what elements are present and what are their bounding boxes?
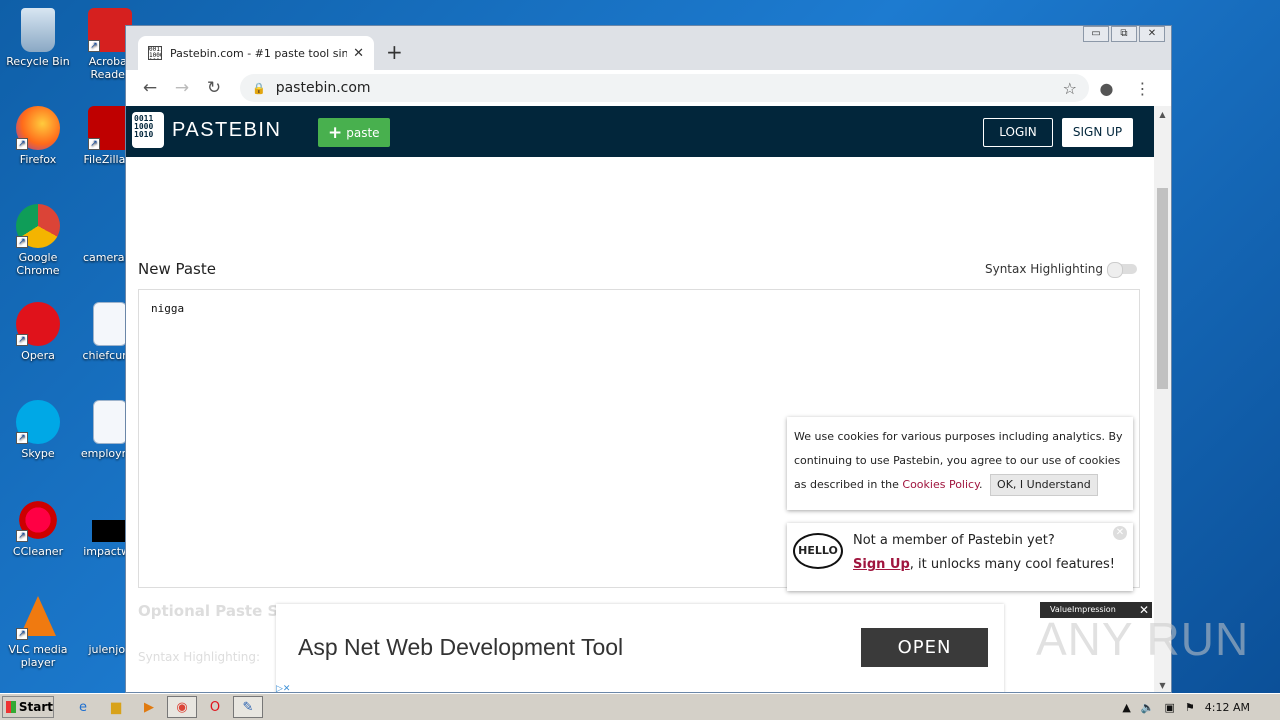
close-tab-icon[interactable]: ✕	[353, 46, 364, 61]
pastebin-logo-text: PASTEBIN	[172, 118, 282, 141]
taskbar-opera-icon[interactable]: O	[200, 696, 230, 718]
cookie-accept-button[interactable]: OK, I Understand	[990, 474, 1098, 496]
syntax-highlighting-label: Syntax Highlighting	[984, 262, 1103, 276]
desktop-icon-label: Google Chrome	[16, 251, 60, 277]
windows-flag-icon	[6, 701, 16, 713]
anyrun-watermark: ANY RUN	[1036, 613, 1250, 665]
skype-icon: ↗	[16, 400, 60, 444]
paste-button-label: paste	[346, 125, 380, 140]
recycle-bin-icon	[21, 8, 55, 52]
cookies-policy-link[interactable]: Cookies Policy	[902, 478, 979, 491]
ccleaner-icon: ↗	[16, 498, 60, 542]
tab-strip: 0011 1000 1010 Pastebin.com - #1 paste t…	[126, 26, 1171, 70]
pastebin-favicon-icon: 0011 1000 1010	[148, 46, 162, 60]
syntax-highlighting-field-label: Syntax Highlighting:	[138, 650, 261, 664]
desktop-icon-opera[interactable]: ↗ Opera	[0, 302, 76, 362]
taskbar-ie-icon[interactable]: e	[68, 696, 98, 718]
adchoices-icon[interactable]: ▷✕	[276, 684, 290, 692]
action-center-flag-icon[interactable]: ⚑	[1185, 701, 1195, 714]
desktop-icon-label: CCleaner	[12, 545, 64, 558]
syntax-highlighting-toggle[interactable]	[1107, 262, 1137, 278]
signup-button[interactable]: SIGN UP	[1062, 118, 1133, 147]
desktop-icon-label: Recycle Bin	[6, 55, 70, 68]
taskbar-media-player-icon[interactable]: ▶	[134, 696, 164, 718]
word-document-icon	[93, 302, 127, 346]
cookie-notice: We use cookies for various purposes incl…	[787, 417, 1133, 510]
desktop-icon-label: Opera	[21, 349, 55, 362]
taskbar: Start e ▆ ▶ ◉ O ✎ ▲ 🔈 ▣ ⚑ 4:12 AM	[0, 693, 1280, 720]
profile-icon[interactable]: ●	[1100, 79, 1114, 98]
network-icon[interactable]: ▣	[1165, 701, 1175, 714]
taskbar-app-icon[interactable]: ✎	[233, 696, 263, 718]
vlc-cone-icon: ↗	[16, 596, 60, 640]
hello-bubble-icon: HELLO	[793, 533, 843, 569]
desktop-icon-label: Firefox	[19, 153, 57, 166]
close-popup-icon[interactable]: ✕	[1113, 526, 1127, 540]
pastebin-logo-icon: 0011 1000 1010	[132, 112, 164, 148]
promo-signup-link[interactable]: Sign Up	[853, 557, 910, 572]
desktop-icon-skype[interactable]: ↗ Skype	[0, 400, 76, 460]
tab-title: Pastebin.com - #1 paste tool since 2	[170, 46, 348, 60]
new-paste-button[interactable]: + paste	[318, 118, 390, 147]
ad-headline: Asp Net Web Development Tool	[298, 634, 624, 660]
taskbar-chrome-icon[interactable]: ◉	[167, 696, 197, 718]
start-button[interactable]: Start	[2, 696, 54, 718]
minimize-button[interactable]: ▭	[1083, 26, 1109, 42]
browser-tab-pastebin[interactable]: 0011 1000 1010 Pastebin.com - #1 paste t…	[138, 36, 374, 70]
reload-icon[interactable]: ↻	[200, 78, 228, 98]
bookmark-star-icon[interactable]: ☆	[1063, 79, 1077, 98]
new-tab-button[interactable]: +	[386, 40, 403, 64]
scroll-up-icon[interactable]: ▲	[1154, 110, 1171, 119]
signup-promo-popup: HELLO Not a member of Pastebin yet? Sign…	[787, 523, 1133, 591]
promo-line-2: Sign Up, it unlocks many cool features!	[853, 557, 1115, 572]
opera-icon: ↗	[16, 302, 60, 346]
start-label: Start	[18, 700, 53, 714]
new-paste-heading: New Paste	[138, 260, 216, 278]
plus-icon: +	[328, 122, 343, 143]
maximize-button[interactable]: ⧉	[1111, 26, 1137, 42]
login-button[interactable]: LOGIN	[983, 118, 1053, 147]
window-controls: ▭ ⧉ ✕	[1081, 26, 1165, 42]
pastebin-logo[interactable]: 0011 1000 1010 PASTEBIN	[132, 112, 281, 148]
firefox-icon: ↗	[16, 106, 60, 150]
browser-window: 0011 1000 1010 Pastebin.com - #1 paste t…	[125, 25, 1172, 693]
scroll-down-icon[interactable]: ▼	[1154, 681, 1171, 690]
forward-arrow-icon[interactable]: →	[168, 78, 196, 98]
promo-line-2-text: , it unlocks many cool features!	[909, 557, 1115, 572]
url-text: pastebin.com	[275, 80, 371, 96]
desktop-icon-recycle-bin[interactable]: Recycle Bin	[0, 8, 76, 68]
black-file-icon	[92, 520, 128, 542]
ad-open-button[interactable]: OPEN	[861, 628, 988, 667]
desktop-icon-ccleaner[interactable]: ↗ CCleaner	[0, 498, 76, 558]
close-window-button[interactable]: ✕	[1139, 26, 1165, 42]
pastebin-header: 0011 1000 1010 PASTEBIN + paste LOGIN SI…	[126, 106, 1171, 157]
clock[interactable]: 4:12 AM	[1205, 701, 1250, 714]
desktop-icon-firefox[interactable]: ↗ Firefox	[0, 106, 76, 166]
menu-dots-icon[interactable]: ⋮	[1134, 79, 1150, 98]
taskbar-explorer-icon[interactable]: ▆	[101, 696, 131, 718]
back-arrow-icon[interactable]: ←	[136, 78, 164, 98]
desktop-icon-label: Skype	[21, 447, 55, 460]
address-bar[interactable]: 🔒 pastebin.com ☆	[240, 74, 1089, 102]
desktop-icon-vlc[interactable]: ↗ VLC media player	[0, 596, 76, 669]
browser-toolbar: ← → ↻ 🔒 pastebin.com ☆ ● ⋮	[126, 70, 1171, 106]
desktop-icon-chrome[interactable]: ↗ Google Chrome	[0, 204, 76, 277]
system-tray: ▲ 🔈 ▣ ⚑ 4:12 AM	[1112, 701, 1280, 714]
volume-icon[interactable]: 🔈	[1141, 701, 1155, 714]
chrome-icon: ↗	[16, 204, 60, 248]
page-scrollbar[interactable]: ▲ ▼	[1154, 106, 1171, 692]
banner-ad[interactable]: Asp Net Web Development Tool OPEN ▷✕	[276, 604, 1004, 692]
cookie-text-end: .	[979, 478, 983, 491]
tray-arrow-icon[interactable]: ▲	[1122, 701, 1130, 714]
lock-icon: 🔒	[252, 81, 266, 95]
syntax-highlighting-row: Syntax Highlighting	[984, 262, 1137, 278]
promo-line-1: Not a member of Pastebin yet?	[853, 533, 1055, 548]
scrollbar-thumb[interactable]	[1157, 188, 1168, 389]
word-document-icon	[93, 400, 127, 444]
page-viewport: 0011 1000 1010 PASTEBIN + paste LOGIN SI…	[126, 106, 1171, 692]
desktop-icon-label: VLC media player	[8, 643, 68, 669]
